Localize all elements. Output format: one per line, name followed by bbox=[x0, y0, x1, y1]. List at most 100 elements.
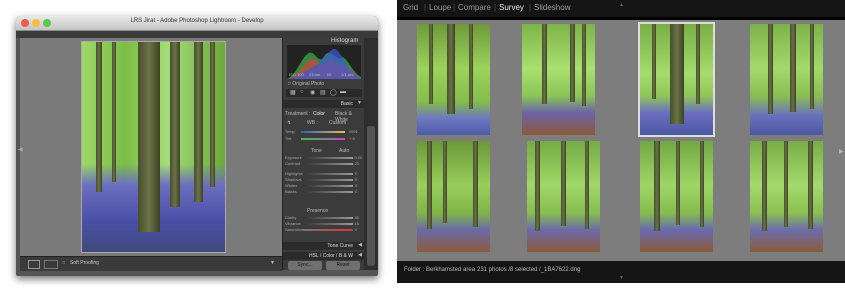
scrollbar-thumb[interactable] bbox=[367, 126, 375, 266]
survey-thumb[interactable] bbox=[417, 141, 490, 252]
trunk bbox=[670, 24, 684, 124]
original-photo-checkbox[interactable]: □ Original Photo bbox=[288, 81, 324, 87]
trunk bbox=[469, 24, 473, 109]
trunk bbox=[429, 24, 433, 104]
radial-filter-icon[interactable]: ◯ bbox=[330, 89, 337, 96]
bottom-panel-toggle-icon[interactable]: ▼ bbox=[619, 275, 624, 281]
whites-slider[interactable] bbox=[303, 185, 353, 187]
clarity-slider[interactable] bbox=[303, 217, 353, 219]
nav-separator: | bbox=[453, 3, 456, 12]
checkbox[interactable]: □ bbox=[62, 260, 65, 266]
survey-thumb[interactable] bbox=[640, 141, 713, 252]
wb-eyedropper-icon[interactable]: ↯ bbox=[287, 120, 291, 126]
expand-icon[interactable]: ◀ bbox=[358, 252, 362, 258]
sync-button[interactable]: Sync... bbox=[288, 261, 322, 270]
collapse-icon[interactable]: ▼ bbox=[357, 100, 362, 106]
slider-label: Highlights bbox=[285, 171, 303, 176]
develop-window: LRS Jirat - Adobe Photoshop Lightroom - … bbox=[16, 16, 378, 276]
tone-auto-button[interactable]: Auto bbox=[339, 148, 349, 154]
basic-panel-header[interactable]: Basic ▼ bbox=[283, 100, 365, 108]
contrast-slider[interactable] bbox=[303, 163, 353, 165]
brush-icon[interactable]: ▬ bbox=[340, 89, 346, 95]
toolbar-menu-icon[interactable]: ▼ bbox=[270, 260, 275, 266]
graduated-filter-icon[interactable]: ▤ bbox=[320, 89, 326, 96]
survey-thumb[interactable] bbox=[522, 24, 595, 135]
survey-thumb[interactable] bbox=[417, 24, 490, 135]
trunk bbox=[427, 141, 432, 229]
folder-path[interactable]: Folder : Berkhamsted area bbox=[404, 267, 475, 273]
nav-separator: | bbox=[494, 3, 497, 12]
wb-select[interactable]: Custom bbox=[329, 120, 346, 126]
survey-status-bar: Folder : Berkhamsted area 231 photos /8 … bbox=[397, 261, 845, 283]
vibrance-slider[interactable] bbox=[303, 223, 353, 225]
slider-value: 0 bbox=[355, 177, 358, 182]
left-panel-toggle-icon[interactable]: ◀ bbox=[18, 146, 23, 153]
trunk bbox=[542, 24, 547, 104]
nav-compare[interactable]: Compare bbox=[458, 3, 491, 12]
slider-label: Saturation bbox=[285, 227, 304, 232]
survey-thumb-selected[interactable] bbox=[638, 22, 715, 137]
trunk bbox=[170, 42, 180, 207]
highlights-slider[interactable] bbox=[303, 173, 353, 175]
top-panel-strip bbox=[16, 31, 378, 38]
histogram-label: Histogram bbox=[331, 38, 359, 44]
survey-thumb[interactable] bbox=[750, 141, 823, 252]
nav-slideshow[interactable]: Slideshow bbox=[534, 3, 570, 12]
nav-loupe[interactable]: Loupe bbox=[429, 3, 451, 12]
survey-view: Grid | Loupe | Compare | Survey | Slides… bbox=[397, 0, 845, 283]
trunk bbox=[652, 24, 656, 99]
trunk bbox=[194, 42, 203, 202]
redeye-icon[interactable]: ◉ bbox=[310, 89, 315, 96]
tint-value: + 6 bbox=[349, 136, 355, 141]
tone-sliders: Exposure + 0.00 Contrast + 23 Highlights… bbox=[283, 155, 365, 207]
develop-right-panel: Histogram ISO 100 21mm f/8 1/1 sec □ Ori… bbox=[282, 38, 365, 270]
spot-removal-icon[interactable]: ○ bbox=[300, 89, 304, 95]
right-panel-toggle-icon[interactable]: ▶ bbox=[839, 148, 844, 155]
tool-strip: ▦ ○ ◉ ▤ ◯ ▬ bbox=[286, 89, 362, 97]
top-panel-toggle-icon[interactable]: ▲ bbox=[619, 2, 624, 8]
treatment-color-button[interactable]: Color bbox=[313, 111, 325, 117]
before-after-icon[interactable] bbox=[44, 260, 58, 269]
slider-value: + 23 bbox=[351, 161, 359, 166]
loupe-view-icon[interactable] bbox=[28, 260, 40, 269]
expand-icon[interactable]: ◀ bbox=[358, 242, 362, 248]
tone-curve-panel-header[interactable]: Tone Curve ◀ bbox=[283, 242, 365, 250]
trunk bbox=[790, 24, 796, 112]
photo-count[interactable]: 231 photos /8 selected /_1BA7622.dng bbox=[477, 267, 580, 273]
survey-thumb[interactable] bbox=[527, 141, 600, 252]
shadows-slider[interactable] bbox=[303, 179, 353, 181]
trunk bbox=[700, 141, 704, 227]
nav-grid[interactable]: Grid bbox=[403, 3, 418, 12]
slider-value: 0 bbox=[355, 183, 358, 188]
slider-label: Shadows bbox=[285, 177, 302, 182]
nav-survey[interactable]: Survey bbox=[499, 3, 524, 12]
histogram: ISO 100 21mm f/8 1/1 sec bbox=[287, 45, 361, 79]
temp-label: Temp bbox=[285, 129, 295, 134]
slider-value: + 0.00 bbox=[351, 155, 363, 160]
trunk bbox=[447, 24, 455, 114]
trunk bbox=[210, 42, 215, 187]
wb-sliders: Temp 4991 Tint + 6 bbox=[283, 128, 365, 146]
temp-value: 4991 bbox=[349, 129, 358, 134]
trunk bbox=[582, 24, 586, 106]
slider-value: + 15 bbox=[351, 221, 359, 226]
blacks-slider[interactable] bbox=[303, 191, 353, 193]
trunk bbox=[768, 24, 773, 114]
main-photo[interactable] bbox=[81, 41, 226, 253]
develop-toolbar: □ Soft Proofing ▼ bbox=[20, 256, 282, 271]
exposure-slider[interactable] bbox=[303, 157, 353, 159]
slider-value: + 45 bbox=[351, 215, 359, 220]
slider-label: Blacks bbox=[285, 189, 297, 194]
trunk bbox=[535, 141, 540, 231]
hsl-label: HSL / Color / B & W bbox=[309, 253, 353, 259]
tone-label: Tone bbox=[311, 148, 322, 154]
saturation-slider[interactable] bbox=[303, 229, 353, 231]
crop-icon[interactable]: ▦ bbox=[290, 89, 296, 96]
reset-button[interactable]: Reset bbox=[326, 261, 360, 270]
tint-slider[interactable] bbox=[301, 138, 345, 140]
temp-slider[interactable] bbox=[301, 131, 345, 133]
hsl-panel-header[interactable]: HSL / Color / B & W ◀ bbox=[283, 252, 365, 260]
original-photo-label: Original Photo bbox=[292, 81, 325, 87]
survey-thumb[interactable] bbox=[750, 24, 823, 135]
trunk bbox=[784, 141, 788, 227]
